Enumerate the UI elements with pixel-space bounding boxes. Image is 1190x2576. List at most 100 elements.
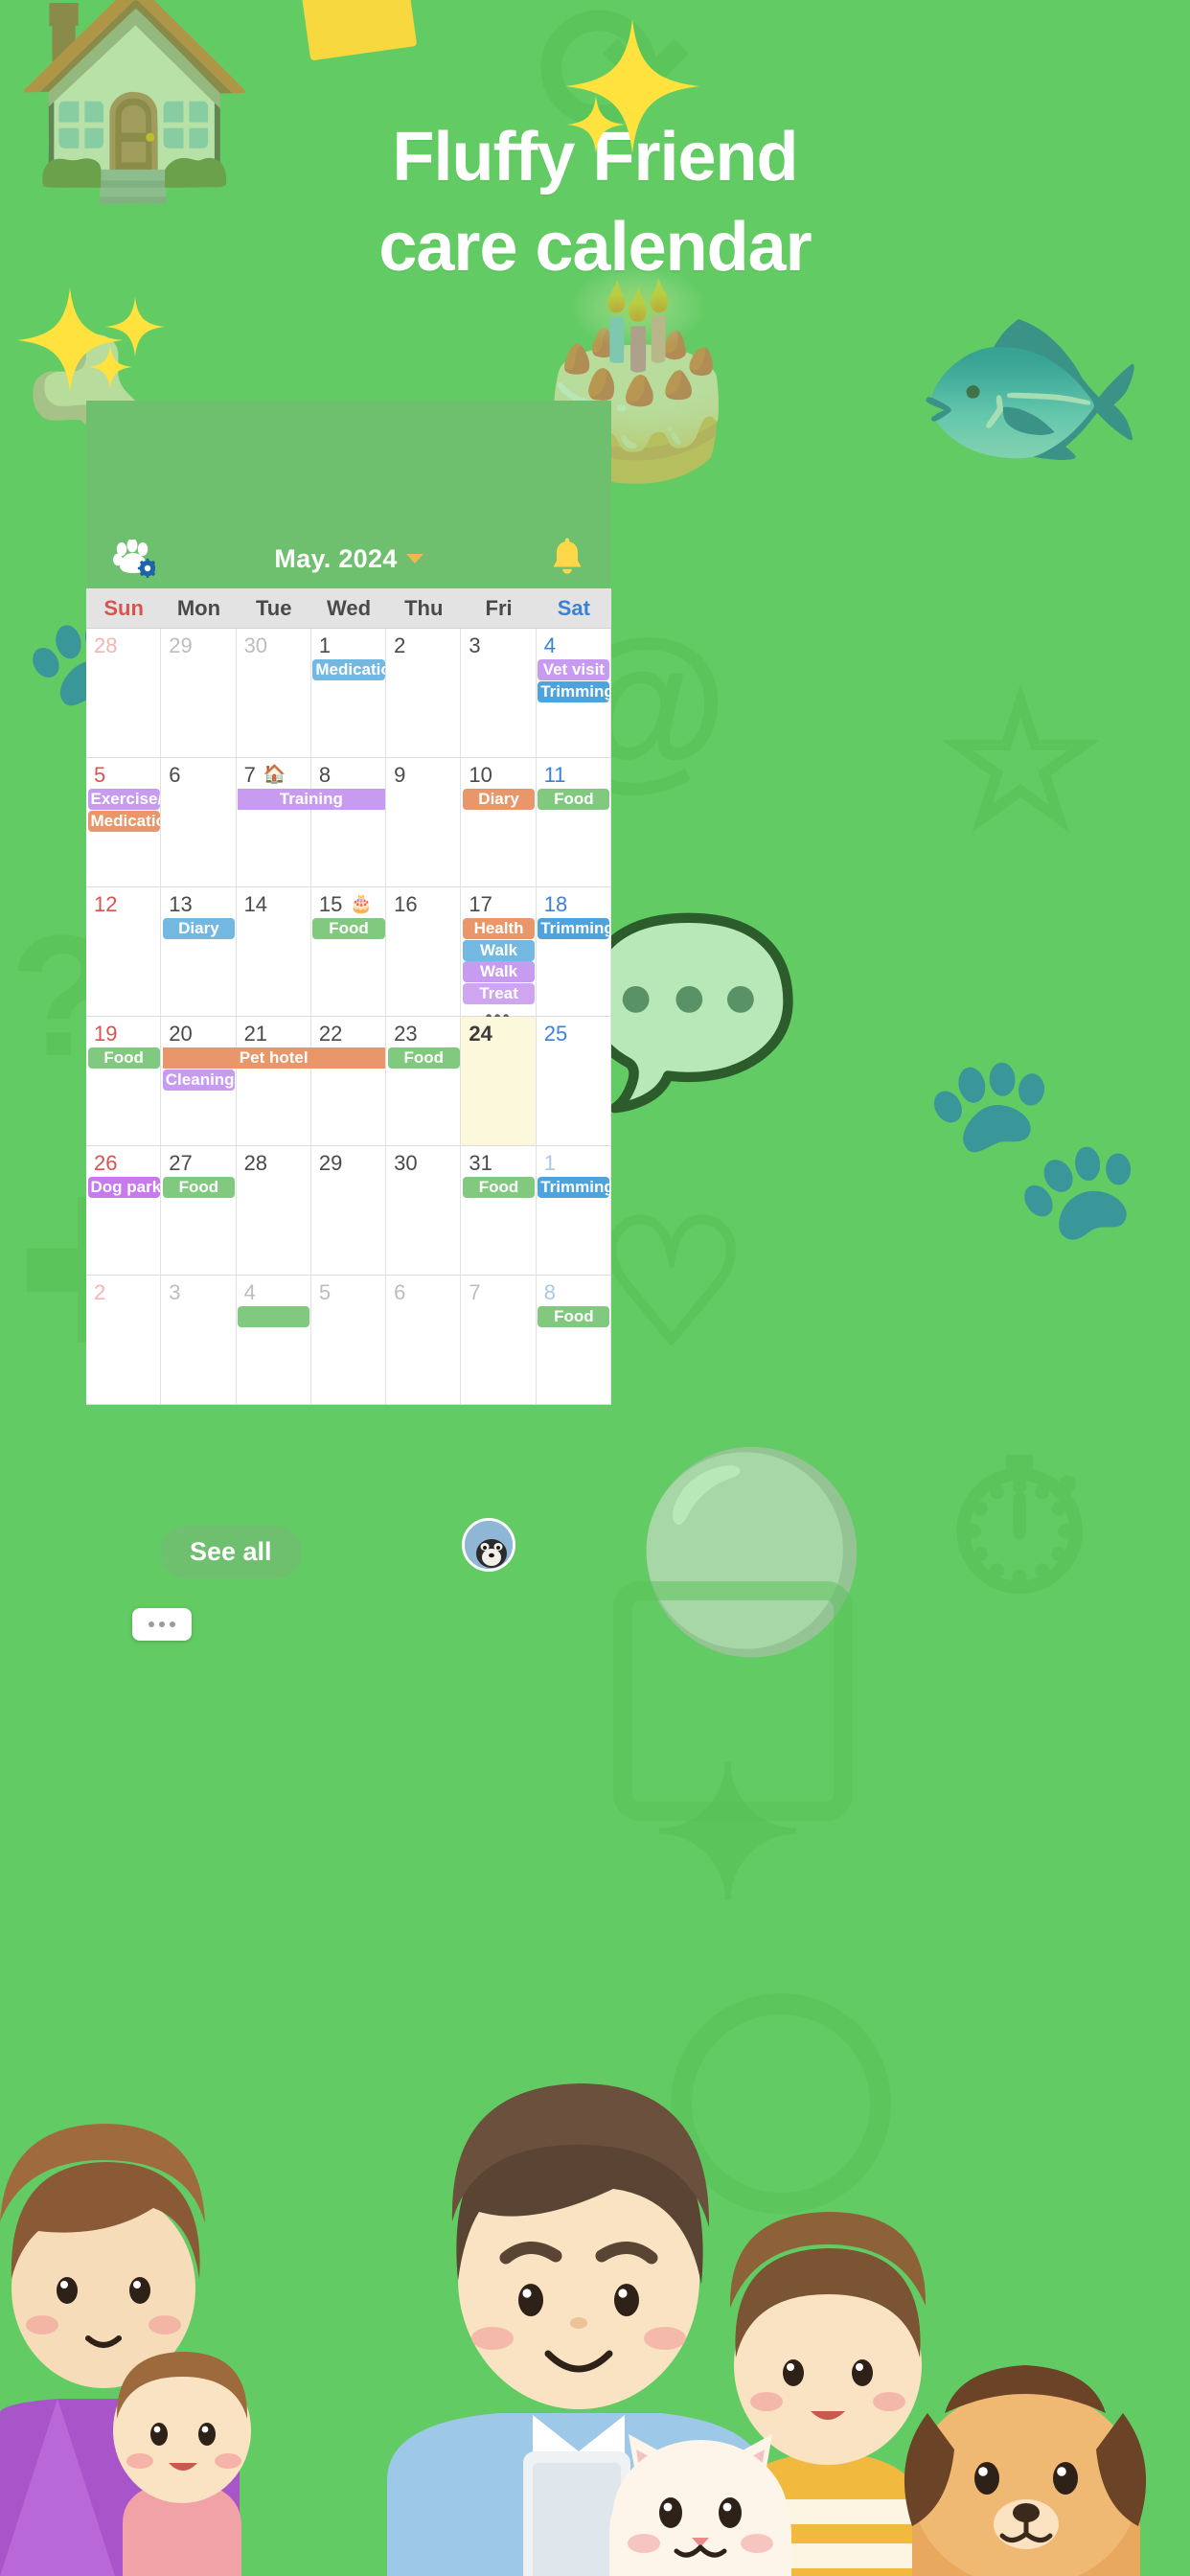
calendar-week-row: 19 20 21 22 23 24 25 Food Pet hotel Cleaning Food bbox=[86, 1017, 611, 1146]
calendar-day-cell[interactable]: 28 bbox=[86, 629, 162, 757]
day-number: 16 bbox=[394, 892, 418, 916]
day-number: 20 bbox=[169, 1022, 193, 1046]
calendar-event[interactable]: Trimming/ bbox=[538, 680, 610, 702]
calendar-day-cell[interactable]: 13 bbox=[161, 887, 237, 1016]
day-number: 22 bbox=[318, 1022, 343, 1046]
calendar-event[interactable]: Pet hotel bbox=[162, 1047, 385, 1069]
bg-rounded-rect bbox=[613, 1581, 853, 1821]
calendar-day-cell[interactable]: 16 bbox=[386, 887, 462, 1016]
day-number: 10 bbox=[469, 763, 492, 787]
calendar-day-cell[interactable]: 6 bbox=[386, 1276, 462, 1404]
calendar-event[interactable]: Dog park bbox=[87, 1177, 160, 1198]
calendar-event[interactable]: Medication bbox=[312, 659, 385, 680]
calendar-day-cell[interactable]: 21 bbox=[236, 1017, 311, 1145]
calendar-day-cell[interactable]: 26 bbox=[86, 1146, 162, 1275]
day-number: 29 bbox=[169, 633, 193, 657]
calendar-day-cell[interactable]: 11 bbox=[536, 758, 611, 886]
app-bottom-bar: See all bbox=[86, 1512, 611, 1646]
calendar-day-cell[interactable]: 12 bbox=[86, 887, 162, 1016]
calendar-day-cell[interactable]: 3 bbox=[461, 629, 537, 757]
day-number: 3 bbox=[169, 1280, 181, 1304]
calendar-day-cell[interactable]: 31 bbox=[461, 1146, 537, 1275]
calendar-event[interactable]: Diary bbox=[162, 918, 236, 939]
calendar-day-cell[interactable]: 10 bbox=[461, 758, 537, 886]
calendar-day-cell[interactable]: 4 bbox=[236, 1276, 311, 1404]
calendar-day-cell[interactable]: 29 bbox=[161, 629, 237, 757]
day-number: 3 bbox=[469, 633, 481, 657]
weekday-thu: Thu bbox=[404, 595, 444, 620]
calendar-day-cell[interactable]: 1 bbox=[536, 1146, 611, 1275]
calendar-event[interactable]: Food bbox=[162, 1177, 236, 1198]
calendar-day-cell[interactable]: 18 bbox=[536, 887, 611, 1016]
day-number: 12 bbox=[94, 892, 118, 916]
see-all-button[interactable]: See all bbox=[161, 1526, 301, 1578]
day-number: 24 bbox=[469, 1022, 492, 1046]
calendar-event[interactable]: Health bbox=[462, 918, 536, 939]
calendar-day-cell[interactable]: 9 bbox=[386, 758, 462, 886]
calendar-event[interactable]: Vet visit bbox=[538, 659, 610, 680]
calendar-day-cell[interactable]: 22 bbox=[310, 1017, 387, 1145]
day-number: 5 bbox=[94, 763, 106, 787]
calendar-event[interactable]: Diary bbox=[462, 789, 536, 810]
calendar-day-cell[interactable]: 8 bbox=[536, 1276, 611, 1404]
calendar-day-cell[interactable]: 30 bbox=[386, 1146, 462, 1275]
calendar-event[interactable]: Training bbox=[238, 789, 385, 810]
calendar-day-cell[interactable]: 3 bbox=[161, 1276, 237, 1404]
calendar-event[interactable]: Food bbox=[387, 1047, 460, 1069]
calendar-day-cell[interactable]: 6 bbox=[161, 758, 237, 886]
illustration-dog bbox=[904, 2365, 1147, 2576]
day-number: 28 bbox=[94, 633, 118, 657]
calendar-event[interactable]: Walk bbox=[462, 939, 536, 961]
calendar-day-cell[interactable]: 15 🎂 bbox=[310, 887, 387, 1016]
calendar-day-cell[interactable]: 25 bbox=[536, 1017, 611, 1145]
family-illustration bbox=[0, 2083, 1147, 2576]
paw-gear-icon[interactable] bbox=[111, 538, 158, 579]
calendar-day-cell[interactable]: 19 bbox=[86, 1017, 162, 1145]
calendar-week-row: 2627282930311Dog parkFoodFoodTrimming/ bbox=[86, 1146, 611, 1276]
calendar-day-cell[interactable]: 5 bbox=[310, 1276, 387, 1404]
calendar-day-cell[interactable]: 2 bbox=[86, 1276, 162, 1404]
calendar-event[interactable]: Food bbox=[538, 789, 610, 810]
day-number: 1 bbox=[543, 1151, 556, 1175]
calendar-event[interactable]: Trimming/ bbox=[538, 1177, 610, 1198]
bell-icon[interactable] bbox=[548, 538, 586, 580]
calendar-day-cell[interactable]: 30 bbox=[236, 629, 311, 757]
calendar-day-cell[interactable]: 2 bbox=[386, 629, 462, 757]
calendar-day-cell[interactable]: 8 bbox=[310, 758, 387, 886]
calendar-day-cell[interactable]: 24 bbox=[461, 1017, 537, 1145]
chevron-down-icon[interactable] bbox=[405, 554, 423, 564]
day-number: 28 bbox=[243, 1151, 268, 1175]
calendar-day-cell[interactable]: 7 🏠 bbox=[236, 758, 311, 886]
calendar-event[interactable]: Trimming/ bbox=[538, 918, 610, 939]
day-number: 18 bbox=[543, 892, 568, 916]
calendar-event[interactable]: Food bbox=[87, 1047, 160, 1069]
calendar-day-cell[interactable]: 1 bbox=[310, 629, 387, 757]
day-number: 17 bbox=[469, 892, 492, 916]
weekday-fri: Fri bbox=[485, 595, 513, 620]
calendar-day-cell[interactable]: 27 bbox=[161, 1146, 237, 1275]
calendar-event[interactable]: Food bbox=[312, 918, 385, 939]
calendar-week-row: 28 29 30 1 2 3 4 Medication Vet visitTrimming/ bbox=[86, 629, 611, 758]
day-number: 2 bbox=[394, 633, 406, 657]
calendar-day-cell[interactable]: 23 bbox=[386, 1017, 462, 1145]
calendar-day-cell[interactable]: 7 bbox=[461, 1276, 537, 1404]
calendar-event[interactable]: Exercise/ bbox=[87, 789, 160, 810]
calendar-day-cell[interactable]: 14 bbox=[236, 887, 311, 1016]
message-dots-icon[interactable] bbox=[132, 1608, 192, 1641]
calendar-event[interactable] bbox=[238, 1306, 310, 1327]
day-number: 8 bbox=[318, 763, 332, 787]
calendar-day-cell[interactable]: 29 bbox=[310, 1146, 387, 1275]
month-label[interactable]: May. 2024 bbox=[274, 544, 397, 574]
month-selector[interactable]: May. 2024 bbox=[86, 544, 611, 574]
day-number: 29 bbox=[318, 1151, 343, 1175]
calendar-event[interactable]: Food bbox=[462, 1177, 536, 1198]
calendar-day-cell[interactable]: 28 bbox=[236, 1146, 311, 1275]
calendar-event[interactable]: Medication bbox=[87, 810, 160, 832]
calendar-event[interactable]: Treat bbox=[462, 982, 536, 1004]
day-number: 4 bbox=[243, 1280, 256, 1304]
day-number: 30 bbox=[243, 633, 268, 657]
calendar-event[interactable]: Food bbox=[538, 1306, 610, 1327]
calendar-event[interactable]: Walk bbox=[462, 961, 536, 982]
calendar-event[interactable]: Cleaning bbox=[162, 1069, 236, 1091]
pet-photo-avatar[interactable] bbox=[462, 1518, 515, 1572]
